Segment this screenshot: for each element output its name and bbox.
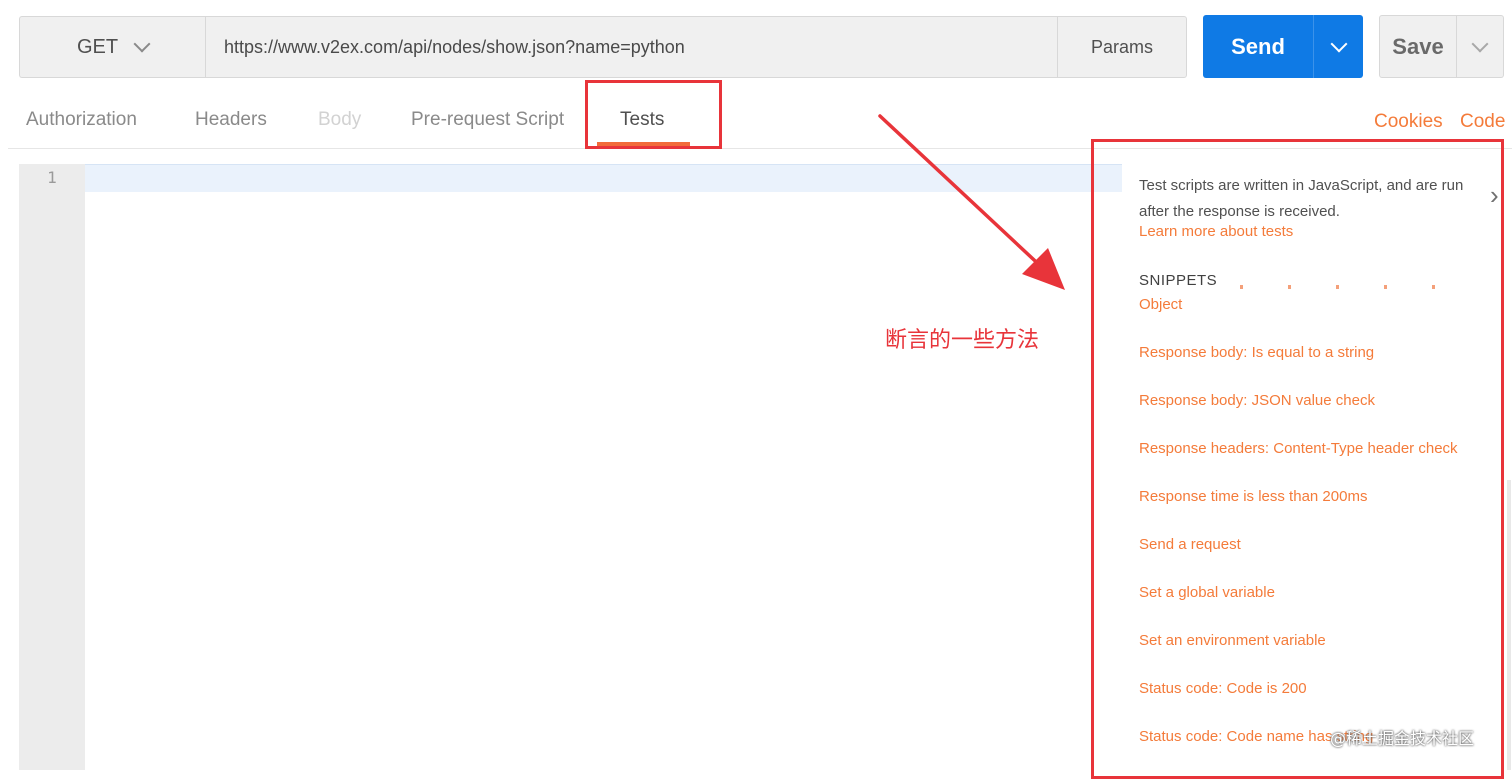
annotation-arrow-icon	[878, 114, 1065, 290]
chevron-down-icon	[1471, 35, 1489, 52]
tab-body[interactable]: Body	[318, 106, 361, 134]
chevron-down-icon	[1330, 35, 1347, 52]
editor-gutter	[19, 164, 85, 770]
cookies-link[interactable]: Cookies	[1374, 111, 1443, 133]
tab-headers[interactable]: Headers	[195, 106, 267, 134]
url-input[interactable]: https://www.v2ex.com/api/nodes/show.json…	[205, 16, 1057, 78]
tab-pre-request-script[interactable]: Pre-request Script	[411, 106, 564, 134]
send-options-button[interactable]	[1313, 15, 1363, 78]
line-number: 1	[47, 168, 57, 187]
method-select[interactable]: GET	[19, 16, 205, 78]
send-button[interactable]: Send	[1203, 15, 1313, 78]
annotation-box-tests-tab	[585, 80, 722, 149]
annotation-box-snippets	[1091, 139, 1504, 779]
panel-scrollbar[interactable]	[1507, 480, 1511, 770]
params-button[interactable]: Params	[1057, 16, 1187, 78]
save-options-button[interactable]	[1457, 15, 1504, 78]
method-label: GET	[76, 35, 119, 58]
watermark: @稀土掘金技术社区	[1330, 729, 1475, 748]
code-link[interactable]: Code	[1460, 111, 1505, 133]
annotation-text: 断言的一些方法	[885, 328, 1040, 353]
save-button[interactable]: Save	[1379, 15, 1457, 78]
tab-authorization[interactable]: Authorization	[26, 106, 137, 134]
chevron-down-icon	[133, 35, 151, 53]
